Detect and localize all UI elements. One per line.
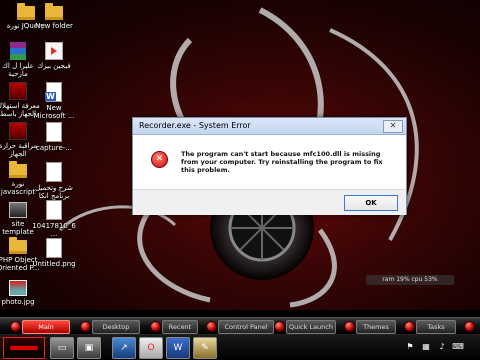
orb-icon [10, 321, 21, 332]
ok-button[interactable]: OK [344, 195, 398, 211]
dialog-title: Recorder.exe - System Error [139, 121, 251, 130]
close-button[interactable]: ✕ [383, 120, 403, 133]
orb-icon [404, 321, 415, 332]
icon-label: New Microsoft ... [33, 104, 75, 120]
document-icon [46, 122, 62, 142]
tray-volume-icon[interactable]: ♪ [436, 341, 448, 353]
orb-icon [80, 321, 91, 332]
desktop-icon-explain[interactable]: شرح وتحميل برنامج انكا [32, 162, 76, 200]
arrow-icon[interactable]: ↗ [112, 337, 136, 359]
taskbar: Main Desktop Recent Control Panel Quick … [0, 310, 480, 360]
tab-quick-launch[interactable]: Quick Launch [286, 320, 336, 334]
orb-icon [274, 321, 285, 332]
icon-label: New folder [35, 22, 73, 30]
tab-control-panel[interactable]: Control Panel [218, 320, 274, 334]
icon-label: 10417810_6... [32, 222, 76, 238]
monitor-icon[interactable]: ▣ [77, 337, 101, 359]
document-icon [46, 162, 62, 182]
opera-icon[interactable]: O [139, 337, 163, 359]
image-icon [9, 202, 27, 218]
desktop-icon-10417810[interactable]: 10417810_6... [32, 200, 76, 238]
desktop-icon-new-folder[interactable]: New folder [32, 3, 76, 30]
dialog-body: The program can't start because mfc100.d… [133, 135, 406, 189]
dialog-title-bar[interactable]: Recorder.exe - System Error ✕ [133, 118, 406, 135]
desktop: نورة JQuery New folder عليرا ل اك مارحية… [0, 0, 480, 310]
orb-icon [464, 321, 475, 332]
tray-network-icon[interactable]: ▦ [420, 341, 432, 353]
desktop-icon-new-microsoft[interactable]: New Microsoft ... [32, 82, 76, 120]
image-icon [9, 82, 27, 100]
desktop-icon-untitled-png[interactable]: Untitled.png [32, 238, 76, 268]
folder-icon [9, 237, 27, 254]
orb-icon [206, 321, 217, 332]
desktop-icon[interactable]: ▭ [50, 337, 74, 359]
media-player-icon [45, 42, 63, 60]
tab-themes[interactable]: Themes [356, 320, 396, 334]
icon-label: فيجين بيزك [37, 62, 71, 70]
orb-icon [150, 321, 161, 332]
icon-label: photo.jpg [1, 298, 35, 306]
tray-keyboard-icon[interactable]: ⌨ [452, 341, 464, 353]
cpu-ram-gadget[interactable]: ram 19% cpu 53% [366, 275, 454, 285]
error-icon [151, 151, 168, 168]
icon-label: capture-... [36, 144, 72, 152]
desktop-icon-media[interactable]: فيجين بيزك [32, 42, 76, 70]
document-icon [46, 200, 62, 220]
orb-icon [344, 321, 355, 332]
icon-label: Untitled.png [32, 260, 76, 268]
archive-icon [10, 42, 26, 60]
dialog-footer: OK [133, 189, 406, 215]
task-strip: ▭ ▣ ↗ O W ✎ ⚑ ▦ ♪ ⌨ [0, 335, 480, 360]
tab-recent[interactable]: Recent [162, 320, 198, 334]
picture-icon [9, 280, 27, 296]
error-message: The program can't start because mfc100.d… [181, 150, 383, 174]
desktop-icon-capture[interactable]: capture-... [32, 122, 76, 152]
image-icon [9, 122, 27, 140]
folder-icon [45, 3, 63, 20]
tray-flag-icon[interactable]: ⚑ [404, 341, 416, 353]
folder-icon [9, 161, 27, 178]
paint-icon[interactable]: ✎ [193, 337, 217, 359]
tab-desktop[interactable]: Desktop [92, 320, 140, 334]
start-logo[interactable] [3, 337, 45, 359]
word-icon[interactable]: W [166, 337, 190, 359]
desktop-icon-photo-jpg[interactable]: photo.jpg [0, 278, 40, 306]
document-icon [46, 238, 62, 258]
word-document-icon [45, 82, 62, 102]
tab-main[interactable]: Main [22, 320, 70, 334]
icon-label: شرح وتحميل برنامج انكا [35, 184, 73, 200]
system-error-dialog: Recorder.exe - System Error ✕ The progra… [132, 117, 407, 215]
tab-tasks[interactable]: Tasks [416, 320, 456, 334]
